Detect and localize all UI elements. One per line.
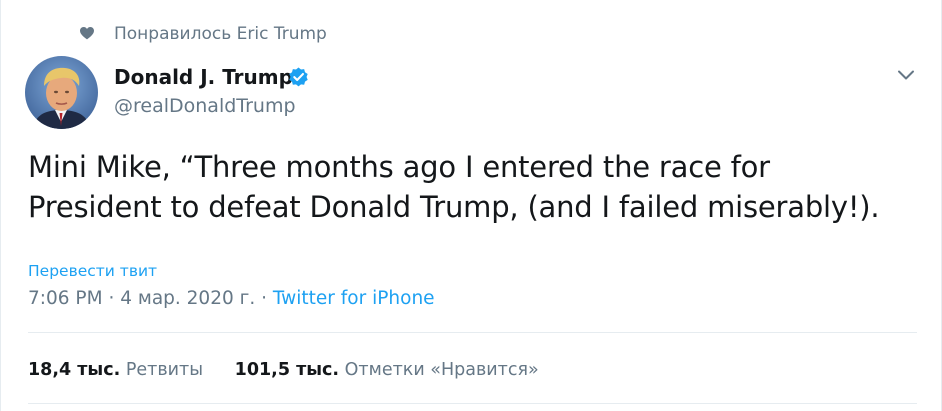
- more-options-button[interactable]: [892, 61, 920, 89]
- avatar-image: [25, 56, 98, 129]
- likes-label: Отметки «Нравится»: [344, 360, 539, 380]
- meta-separator: ·: [108, 288, 115, 309]
- user-name[interactable]: Donald J. Trump: [114, 64, 293, 90]
- translate-tweet-link[interactable]: Перевести твит: [28, 260, 157, 282]
- tweet-stats: 18,4 тыс. Ретвиты 101,5 тыс. Отметки «Нр…: [28, 357, 539, 383]
- retweets-stat[interactable]: 18,4 тыс. Ретвиты: [28, 357, 203, 383]
- user-handle[interactable]: @realDonaldTrump: [114, 93, 296, 119]
- tweet-date[interactable]: 4 мар. 2020 г.: [120, 288, 255, 309]
- verified-badge-icon: [289, 67, 308, 87]
- tweet-source-link[interactable]: Twitter for iPhone: [273, 288, 435, 309]
- meta-separator: ·: [261, 288, 268, 309]
- likes-stat[interactable]: 101,5 тыс. Отметки «Нравится»: [235, 357, 539, 383]
- tweet-time[interactable]: 7:06 PM: [28, 288, 103, 309]
- tweet-text: Mini Mike, “Three months ago I entered t…: [28, 150, 880, 224]
- chevron-down-icon: [898, 70, 914, 80]
- avatar[interactable]: [25, 56, 98, 129]
- retweets-label: Ретвиты: [125, 360, 204, 380]
- divider: [28, 332, 917, 333]
- retweets-count: 18,4 тыс.: [28, 360, 121, 380]
- divider: [28, 403, 917, 404]
- tweet-metadata: 7:06 PM · 4 мар. 2020 г. · Twitter for i…: [28, 286, 435, 312]
- tweet-card: Понравилось Eric Trump Donald J. Trump @: [0, 0, 942, 411]
- heart-icon: [80, 27, 94, 40]
- likes-count: 101,5 тыс.: [234, 360, 340, 380]
- social-context-text[interactable]: Понравилось Eric Trump: [114, 22, 327, 46]
